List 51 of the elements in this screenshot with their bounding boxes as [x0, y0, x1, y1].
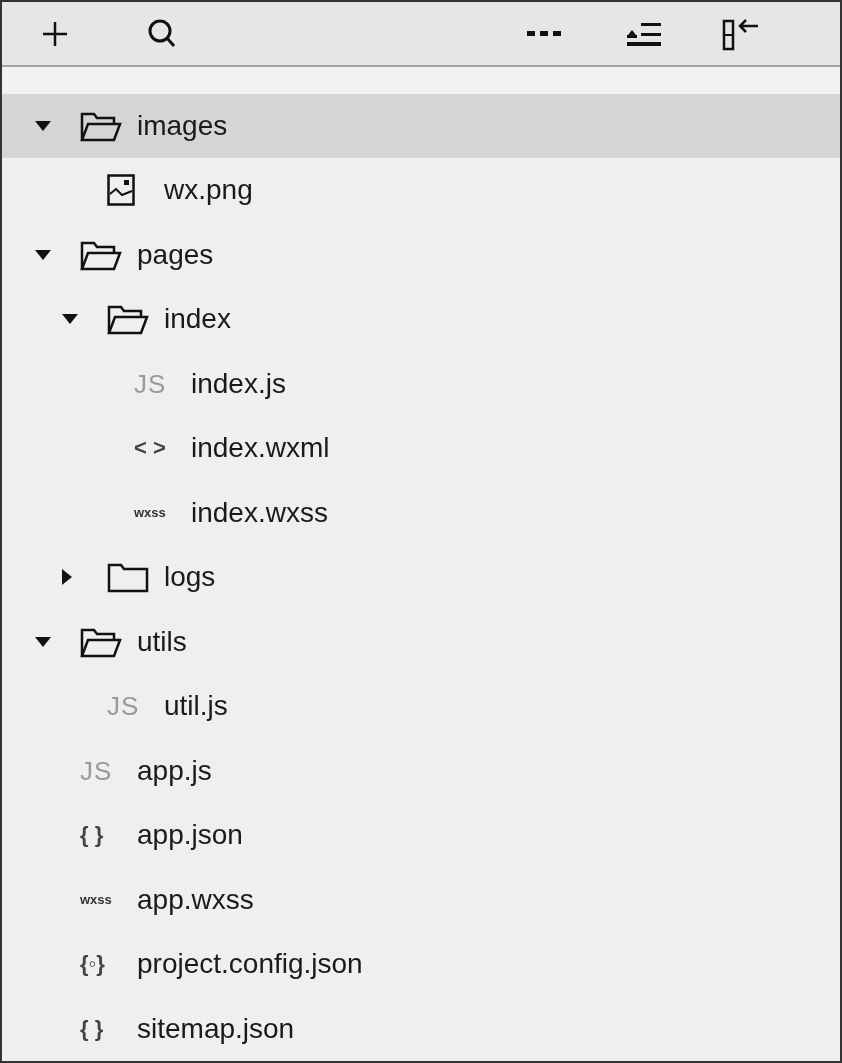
tree-row[interactable]: index	[2, 287, 840, 352]
tree-row[interactable]: wxss app.wxss	[2, 867, 840, 932]
folder-icon	[107, 561, 149, 594]
hide-panel-icon[interactable]	[722, 16, 760, 51]
file-type-icon: JS	[107, 693, 140, 720]
caret-right-icon[interactable]	[62, 569, 72, 586]
file-name: app.js	[137, 753, 212, 788]
image-file-icon	[107, 174, 135, 207]
tree-row[interactable]: JS app.js	[2, 738, 840, 803]
file-name: sitemap.json	[137, 1011, 295, 1046]
caret-down-icon[interactable]	[62, 314, 78, 325]
tree-row[interactable]: utils	[2, 609, 840, 674]
file-type-icon: JS	[134, 370, 167, 397]
tree-row[interactable]: { } sitemap.json	[2, 996, 840, 1061]
caret-down-icon[interactable]	[35, 636, 51, 647]
file-name: wx.png	[164, 173, 253, 208]
tree-row[interactable]: images	[2, 93, 840, 158]
caret-down-icon[interactable]	[35, 120, 51, 131]
folder-name: pages	[137, 237, 214, 272]
tree-row[interactable]: wxss index.wxss	[2, 480, 840, 545]
file-type-icon: { }	[80, 1017, 104, 1040]
folder-name: index	[164, 302, 231, 337]
file-name: app.wxss	[137, 882, 254, 917]
tree-row[interactable]: pages	[2, 222, 840, 287]
tree-row[interactable]: { } app.json	[2, 803, 840, 868]
tree-row[interactable]: logs	[2, 545, 840, 610]
file-type-icon: < >	[134, 437, 166, 460]
tree-row[interactable]: JS index.js	[2, 351, 840, 416]
file-name: project.config.json	[137, 947, 363, 982]
tree-row[interactable]: < > index.wxml	[2, 416, 840, 481]
file-name: index.js	[191, 366, 286, 401]
file-name: index.wxss	[191, 495, 328, 530]
file-name: index.wxml	[191, 431, 330, 466]
collapse-list-icon[interactable]	[627, 20, 661, 47]
file-type-icon: wxss	[134, 506, 166, 520]
tree-row[interactable]: JS util.js	[2, 674, 840, 739]
open-folder-icon	[107, 303, 149, 336]
file-type-icon: {◦}	[80, 953, 105, 976]
folder-name: utils	[137, 624, 187, 659]
file-type-icon: JS	[80, 757, 113, 784]
tree-row[interactable]: {◦} project.config.json	[2, 932, 840, 997]
file-type-icon: { }	[80, 824, 104, 847]
file-name: app.json	[137, 818, 243, 853]
more-icon[interactable]	[527, 30, 561, 37]
file-type-icon: wxss	[80, 893, 112, 907]
add-icon[interactable]	[42, 20, 68, 47]
folder-name: logs	[164, 560, 216, 595]
folder-name: images	[137, 108, 228, 143]
caret-down-icon[interactable]	[35, 249, 51, 260]
tree-row[interactable]: wx.png	[2, 158, 840, 223]
file-name: util.js	[164, 689, 228, 724]
